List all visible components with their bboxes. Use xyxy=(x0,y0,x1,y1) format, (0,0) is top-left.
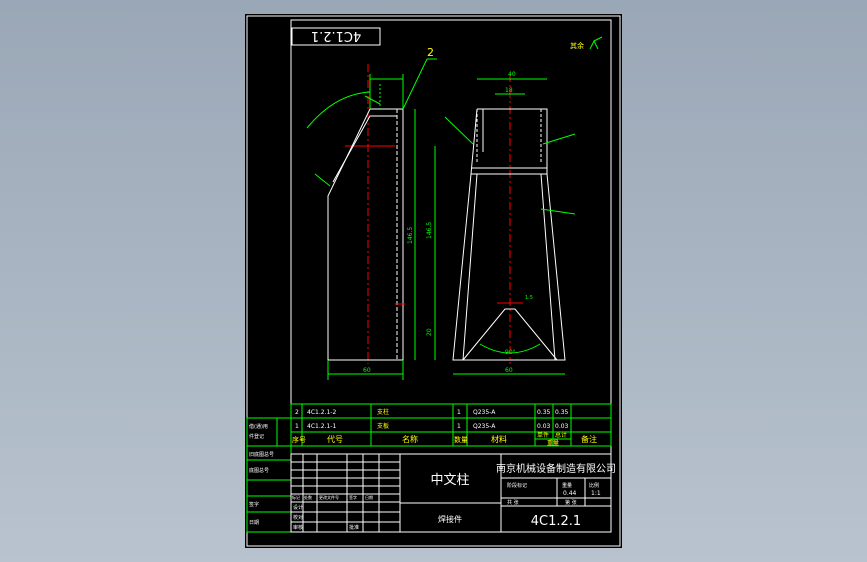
bom-header-weight: 重量 xyxy=(547,439,559,447)
scale-label: 比例 xyxy=(589,482,599,489)
right-lower-text: 20 xyxy=(426,328,433,336)
sign-label-2: 审核 xyxy=(293,524,303,531)
bom-row1-seq: 1 xyxy=(295,423,299,430)
drawing-number: 4C1.2.1 xyxy=(531,514,581,529)
cad-drawing: 4C1.2.1 其余 60 146.5 2 90° 40 18 60 146.5… xyxy=(246,15,621,547)
left-bottom-dim-text: 60 xyxy=(363,367,371,374)
right-height-text: 146.5 xyxy=(426,222,433,239)
right-angle-text: 90° xyxy=(505,349,516,356)
bom-header-unit-wt: 单件 xyxy=(537,431,549,439)
left-top-leader xyxy=(364,95,381,105)
rev-label-1: 处数 xyxy=(304,494,312,500)
right-inner-left xyxy=(462,173,478,361)
balloon-leader xyxy=(402,58,428,110)
left-height-text: 146.5 xyxy=(407,227,414,244)
bom-row2-unit-wt: 0.35 xyxy=(537,409,551,416)
rev-label-2: 更改文件号 xyxy=(319,494,339,500)
bom-header-remarks: 备注 xyxy=(581,434,597,444)
weight-label: 重量 xyxy=(562,482,572,489)
right-leader-left xyxy=(444,116,474,145)
bom-row1-qty: 1 xyxy=(457,423,461,430)
rev-label-0: 标记 xyxy=(292,494,300,500)
drawing-sheet: 4C1.2.1 其余 60 146.5 2 90° 40 18 60 146.5… xyxy=(245,14,622,548)
strip-text-4: 底图总号 xyxy=(249,467,269,474)
bom-row1-code: 4C1.2.1-1 xyxy=(307,423,336,430)
right-small-dim-text: 1.5 xyxy=(525,295,533,301)
bom-header-qty: 数量 xyxy=(454,435,468,444)
weight-value: 0.44 xyxy=(563,490,577,497)
left-angle-leader xyxy=(314,173,331,187)
right-top-dim-text: 40 xyxy=(508,71,516,78)
sign-label-3: 批准 xyxy=(349,524,359,531)
bom-header-material: 材料 xyxy=(491,434,507,444)
right-leader-mid xyxy=(540,208,576,215)
bom-header-total-wt: 总计 xyxy=(555,431,567,439)
sign-label-0: 设计 xyxy=(293,504,303,511)
bom-header-seq: 序号 xyxy=(292,435,306,444)
bom-row1-material: Q235-A xyxy=(473,423,496,430)
scale-value: 1:1 xyxy=(591,490,601,497)
right-inner-right xyxy=(540,173,556,361)
right-slot-dim-text: 18 xyxy=(505,87,513,94)
strip-text-5: 签字 xyxy=(249,501,259,508)
bom-row2-seq: 2 xyxy=(295,409,299,416)
title-block: 标记 处数 更改文件号 签字 日期 设计 校对 审核 批准 中文柱 焊接件 南京… xyxy=(290,453,616,533)
company-name: 南京机械设备制造有限公司 xyxy=(496,462,616,475)
strip-text-3: 旧底图总号 xyxy=(249,451,274,458)
left-view: 60 146.5 2 xyxy=(306,46,437,380)
part-name: 中文柱 xyxy=(430,473,469,488)
bom-row2-name: 支柱 xyxy=(377,408,389,416)
left-angle-arc xyxy=(306,91,371,129)
strip-text-1: 借(通)用 xyxy=(249,423,268,430)
rev-label-3: 签字 xyxy=(349,494,357,500)
bom-row1-unit-wt: 0.03 xyxy=(537,423,551,430)
bom-row2-total-wt: 0.35 xyxy=(555,409,569,416)
left-inner-edge xyxy=(332,115,397,183)
right-leader-right xyxy=(542,133,576,145)
bom-row1-total-wt: 0.03 xyxy=(555,423,569,430)
bom-row2-qty: 1 xyxy=(457,409,461,416)
bom-table: 2 4C1.2.1-2 支柱 1 Q235-A 0.35 0.35 1 4C1.… xyxy=(290,403,612,447)
bom-header-code: 代号 xyxy=(327,434,343,444)
roughness-symbol-icon xyxy=(589,36,603,50)
bom-row2-material: Q235-A xyxy=(473,409,496,416)
strip-text-2: 件登记 xyxy=(249,433,264,440)
inner-frame xyxy=(290,19,612,533)
bom-row2-code: 4C1.2.1-2 xyxy=(307,409,336,416)
left-strip: 借(通)用 件登记 旧底图总号 底图总号 签字 日期 xyxy=(246,417,292,533)
bom-row1-name: 支板 xyxy=(377,422,389,430)
balloon-number: 2 xyxy=(427,46,434,59)
right-view: 90° 40 18 60 146.5 20 1.5 xyxy=(426,71,576,375)
sign-label-1: 校对 xyxy=(293,514,303,521)
left-outline xyxy=(327,108,404,361)
right-outline xyxy=(452,108,566,361)
rotated-drawing-number: 4C1.2.1 xyxy=(311,28,361,43)
roughness-note: 其余 xyxy=(570,41,584,50)
sheet-count-label: 共 张 xyxy=(507,499,519,506)
stage-label: 阶段标记 xyxy=(507,482,527,489)
part-note: 焊接件 xyxy=(438,514,462,524)
rev-label-4: 日期 xyxy=(365,494,373,500)
bom-header-name: 名称 xyxy=(402,434,418,444)
sheet-number-label: 第 张 xyxy=(565,499,577,506)
strip-text-6: 日期 xyxy=(249,520,259,526)
right-bottom-dim-text: 60 xyxy=(505,367,513,374)
